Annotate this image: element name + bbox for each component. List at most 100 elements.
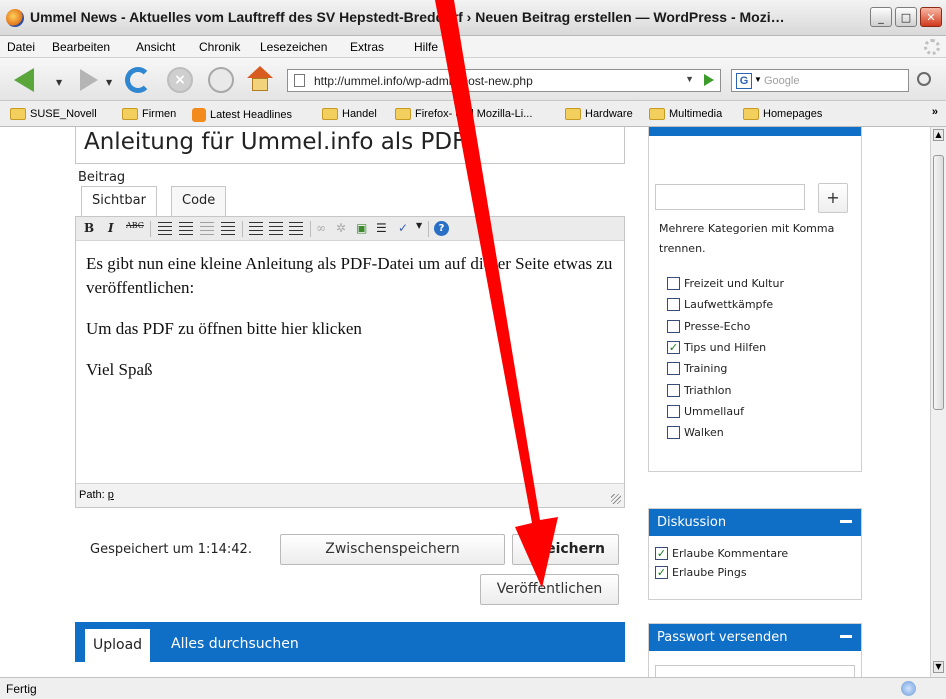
- bookmark-handel[interactable]: Handel: [322, 108, 377, 120]
- checkbox[interactable]: ✓: [655, 566, 668, 579]
- search-box[interactable]: G ▼ Google: [731, 69, 909, 92]
- reload-icon[interactable]: [125, 67, 151, 93]
- search-placeholder[interactable]: Google: [764, 75, 799, 87]
- new-category-input[interactable]: [655, 184, 805, 210]
- category-item[interactable]: Ummellauf: [667, 401, 784, 422]
- tab-upload[interactable]: Upload: [85, 629, 151, 662]
- checkbox[interactable]: ✓: [655, 547, 668, 560]
- allow-pings-option[interactable]: ✓ Erlaube Pings: [655, 563, 855, 582]
- bullet-list-icon[interactable]: [158, 222, 172, 236]
- scroll-up-arrow-icon[interactable]: ▲: [933, 129, 944, 141]
- bookmarks-overflow-chevron-icon[interactable]: »: [932, 106, 938, 118]
- insert-image-icon[interactable]: ▣: [356, 221, 367, 237]
- indent-icon[interactable]: [221, 222, 235, 236]
- checkbox[interactable]: [667, 362, 680, 376]
- home-icon[interactable]: [247, 66, 273, 92]
- spellcheck-icon[interactable]: ✓: [398, 221, 408, 237]
- link-icon[interactable]: ∞: [316, 221, 326, 237]
- category-item[interactable]: Triathlon: [667, 379, 784, 400]
- bookmark-firmen[interactable]: Firmen: [122, 108, 176, 120]
- numbered-list-icon[interactable]: [179, 222, 193, 236]
- search-engine-dropdown-icon[interactable]: ▼: [754, 75, 762, 84]
- close-button[interactable]: ✕: [920, 7, 942, 27]
- stop-icon[interactable]: ×: [167, 67, 193, 93]
- menu-extras[interactable]: Extras: [350, 40, 384, 54]
- url-text[interactable]: http://ummel.info/wp-admin/post-new.php: [314, 74, 533, 88]
- forward-arrow-icon[interactable]: [80, 69, 98, 91]
- vertical-scrollbar[interactable]: ▲ ▼: [930, 127, 946, 677]
- search-magnifier-icon[interactable]: [917, 72, 931, 86]
- collapse-minus-icon[interactable]: [840, 520, 852, 523]
- category-item[interactable]: ✓ Tips und Hilfen: [667, 337, 784, 358]
- unlink-icon[interactable]: ✲: [336, 221, 346, 237]
- maximize-button[interactable]: □: [895, 7, 917, 27]
- editor-paragraph[interactable]: Viel Spaß: [86, 358, 616, 382]
- google-icon[interactable]: G: [736, 73, 752, 89]
- bookmark-homepages[interactable]: Homepages: [743, 108, 822, 120]
- tab-visual-editor[interactable]: Sichtbar: [81, 186, 157, 216]
- checkbox[interactable]: [667, 383, 680, 397]
- category-item[interactable]: Presse-Echo: [667, 316, 784, 337]
- strikethrough-icon[interactable]: ABC: [126, 221, 144, 237]
- outdent-icon[interactable]: [200, 222, 214, 236]
- menu-hilfe[interactable]: Hilfe: [414, 40, 438, 54]
- back-arrow-icon[interactable]: [14, 68, 34, 92]
- help-icon[interactable]: ?: [434, 221, 449, 236]
- bookmark-firefox-mozilla[interactable]: Firefox- und Mozilla-Li...: [395, 108, 532, 120]
- menu-bearbeiten[interactable]: Bearbeiten: [52, 40, 110, 54]
- collapse-minus-icon[interactable]: [840, 635, 852, 638]
- bookmark-hardware[interactable]: Hardware: [565, 108, 633, 120]
- url-bar[interactable]: http://ummel.info/wp-admin/post-new.php …: [287, 69, 721, 92]
- checkbox[interactable]: [667, 298, 680, 312]
- tab-code-editor[interactable]: Code: [171, 186, 227, 216]
- resize-grip-icon[interactable]: [611, 494, 621, 504]
- password-input[interactable]: [655, 665, 855, 677]
- tab-browse-all[interactable]: Alles durchsuchen: [171, 636, 299, 652]
- menu-chronik[interactable]: Chronik: [199, 40, 240, 54]
- checkbox[interactable]: [667, 319, 680, 333]
- bookmark-latest-headlines[interactable]: Latest Headlines: [192, 108, 292, 122]
- category-item[interactable]: Freizeit und Kultur: [667, 273, 784, 294]
- editor-content[interactable]: Es gibt nun eine kleine Anleitung als PD…: [86, 252, 616, 399]
- categories-panel-header: [649, 127, 861, 136]
- more-tag-icon[interactable]: ☰: [376, 221, 387, 237]
- category-label: Training: [684, 362, 728, 376]
- url-dropdown-icon[interactable]: ▼: [685, 74, 694, 84]
- align-right-icon[interactable]: [289, 222, 303, 236]
- save-draft-button[interactable]: Zwischenspeichern: [280, 534, 505, 565]
- checkbox[interactable]: [667, 426, 680, 440]
- align-left-icon[interactable]: [249, 222, 263, 236]
- forward-history-dropdown-icon[interactable]: ▼: [106, 78, 112, 87]
- publish-button[interactable]: Veröffentlichen: [480, 574, 619, 605]
- checkbox[interactable]: ✓: [667, 341, 680, 355]
- bookmark-multimedia[interactable]: Multimedia: [649, 108, 722, 120]
- editor-paragraph[interactable]: Es gibt nun eine kleine Anleitung als PD…: [86, 252, 616, 300]
- discussion-panel-header[interactable]: Diskussion: [649, 509, 861, 536]
- bookmark-suse-novell[interactable]: SUSE_Novell: [10, 108, 97, 120]
- italic-icon[interactable]: I: [108, 221, 114, 237]
- menu-datei[interactable]: Datei: [7, 40, 35, 54]
- allow-comments-option[interactable]: ✓ Erlaube Kommentare: [655, 544, 855, 563]
- category-item[interactable]: Laufwettkämpfe: [667, 294, 784, 315]
- minimize-button[interactable]: _: [870, 7, 892, 27]
- bold-icon[interactable]: B: [84, 221, 94, 237]
- history-clock-icon[interactable]: [208, 67, 234, 93]
- password-panel-header[interactable]: Passwort versenden: [649, 624, 861, 651]
- path-element-link[interactable]: p: [108, 489, 114, 501]
- spellcheck-dropdown-icon[interactable]: ▼: [416, 221, 422, 237]
- checkbox[interactable]: [667, 277, 680, 291]
- scroll-down-arrow-icon[interactable]: ▼: [933, 661, 944, 673]
- go-arrow-icon[interactable]: [704, 74, 714, 86]
- save-button[interactable]: Speichern: [512, 534, 619, 565]
- align-center-icon[interactable]: [269, 222, 283, 236]
- checkbox[interactable]: [667, 404, 680, 418]
- category-item[interactable]: Training: [667, 358, 784, 379]
- add-category-button[interactable]: +: [818, 183, 848, 213]
- menu-ansicht[interactable]: Ansicht: [136, 40, 175, 54]
- editor-paragraph[interactable]: Um das PDF zu öffnen bitte hier klicken: [86, 317, 616, 341]
- scrollbar-thumb[interactable]: [933, 155, 944, 410]
- back-history-dropdown-icon[interactable]: ▼: [56, 78, 62, 87]
- menu-lesezeichen[interactable]: Lesezeichen: [260, 40, 327, 54]
- post-title-input[interactable]: Anleitung für Ummel.info als PDF: [75, 127, 625, 164]
- category-item[interactable]: Walken: [667, 422, 784, 443]
